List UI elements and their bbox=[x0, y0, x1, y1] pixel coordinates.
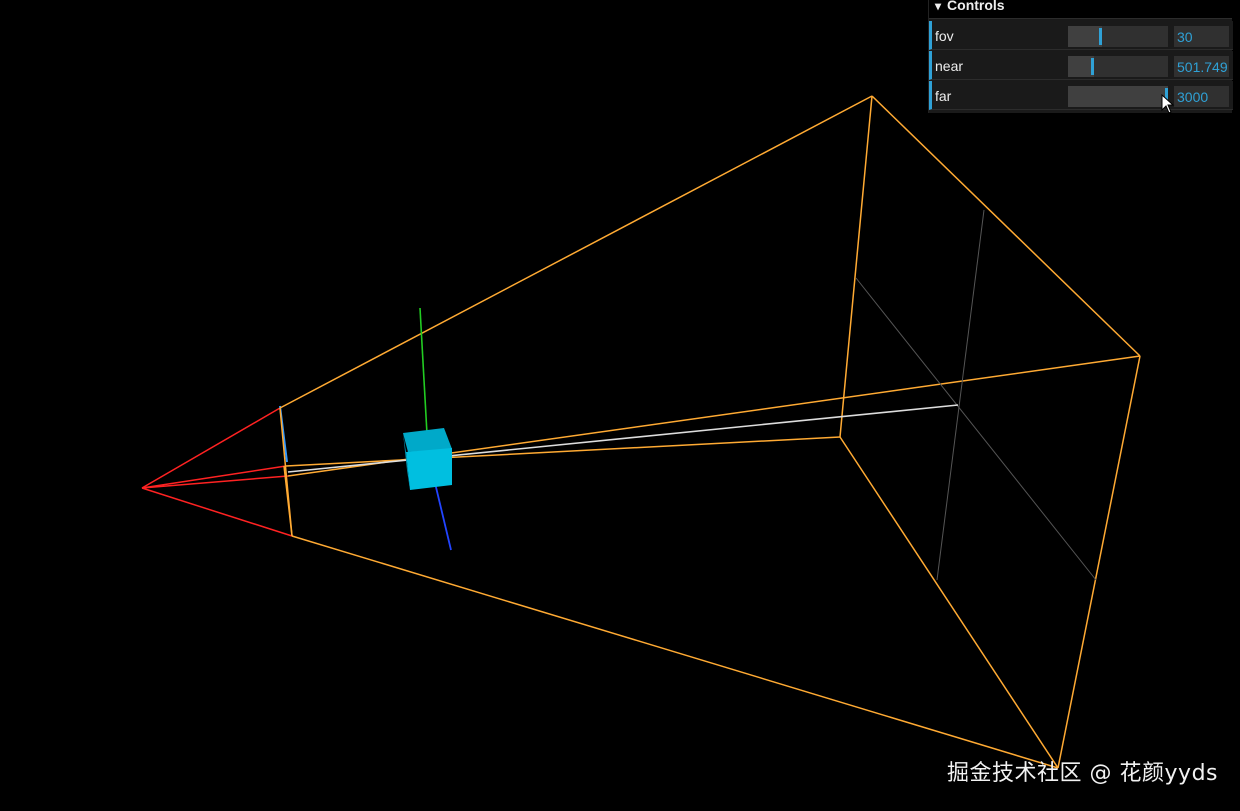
far-plane-cross bbox=[855, 209, 1097, 581]
near-label: near bbox=[935, 58, 964, 74]
camera-target-line bbox=[287, 404, 959, 473]
near-input[interactable] bbox=[1174, 56, 1229, 77]
far-input[interactable] bbox=[1174, 86, 1229, 107]
camera-frustum bbox=[279, 95, 1141, 769]
chevron-down-icon: ▾ bbox=[935, 0, 942, 13]
cube-mesh bbox=[403, 428, 452, 490]
controls-panel: ▾ Controls fov near far bbox=[928, 0, 1233, 113]
fov-slider-fill bbox=[1068, 26, 1102, 47]
far-slider-fill bbox=[1068, 86, 1168, 107]
near-slider[interactable] bbox=[1068, 56, 1168, 77]
fov-slider[interactable] bbox=[1068, 26, 1168, 47]
render-viewport[interactable]: ▾ Controls fov near far bbox=[0, 0, 1240, 811]
control-row-far: far bbox=[929, 81, 1233, 110]
control-row-fov: fov bbox=[929, 21, 1233, 50]
fov-input[interactable] bbox=[1174, 26, 1229, 47]
controls-title-bar[interactable]: ▾ Controls bbox=[929, 0, 1232, 19]
mouse-cursor-icon bbox=[1161, 94, 1175, 114]
camera-cone bbox=[141, 407, 293, 537]
far-slider[interactable] bbox=[1068, 86, 1168, 107]
controls-title: Controls bbox=[947, 0, 1005, 13]
camera-helper-scene bbox=[141, 95, 1141, 769]
fov-slider-thumb[interactable] bbox=[1099, 28, 1102, 45]
far-label: far bbox=[935, 88, 952, 104]
fov-label: fov bbox=[935, 28, 954, 44]
watermark-text: 掘金技术社区 @ 花颜yyds bbox=[947, 761, 1218, 786]
control-row-near: near bbox=[929, 51, 1233, 80]
near-slider-thumb[interactable] bbox=[1091, 58, 1094, 75]
